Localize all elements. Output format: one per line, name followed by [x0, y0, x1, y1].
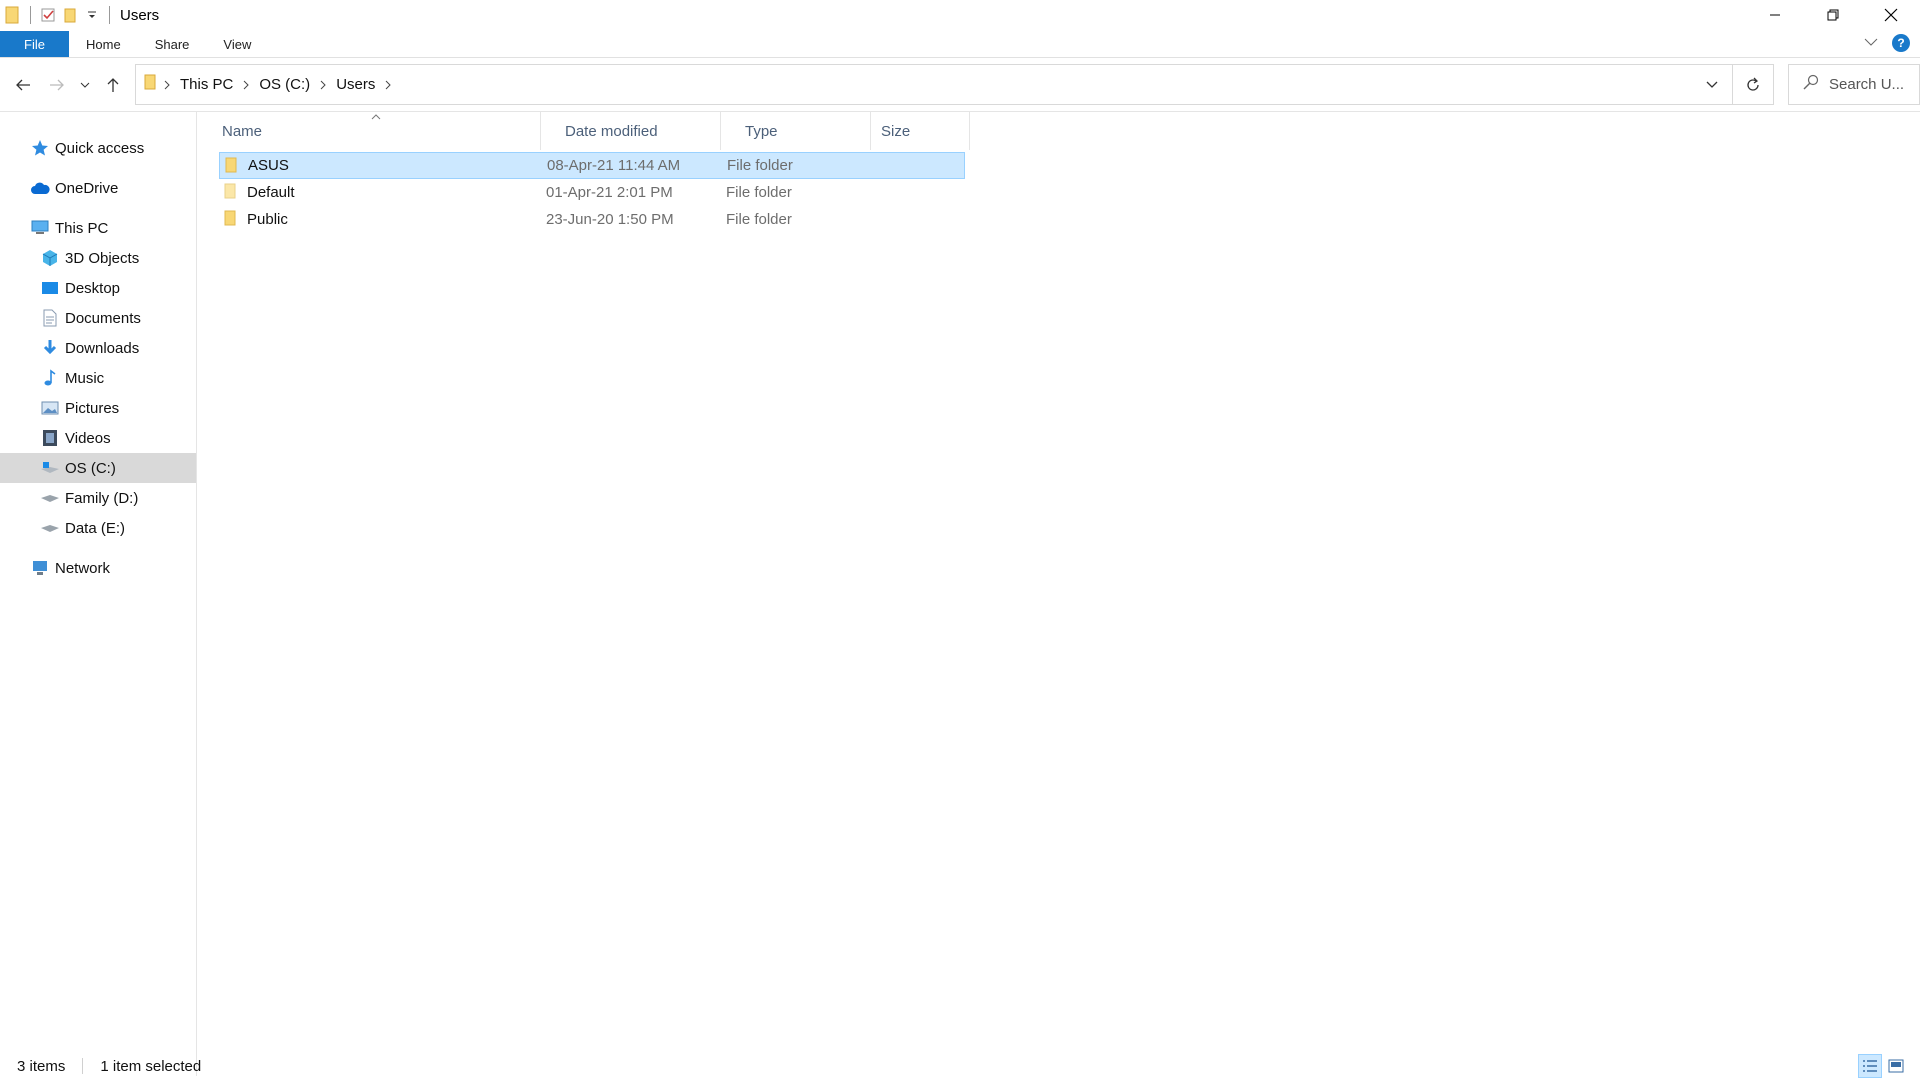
table-row[interactable]: Public 23-Jun-20 1:50 PM File folder — [219, 206, 965, 233]
sidebar-item-3d-objects[interactable]: 3D Objects — [0, 243, 196, 273]
film-icon — [40, 428, 60, 448]
folder-app-icon[interactable] — [2, 4, 24, 26]
navigation-bar: This PC OS (C:) Users — [0, 58, 1920, 112]
sidebar-item-desktop[interactable]: Desktop — [0, 273, 196, 303]
title-bar: Users — [0, 0, 1920, 30]
sidebar-item-music[interactable]: Music — [0, 363, 196, 393]
sidebar-item-this-pc[interactable]: This PC — [0, 213, 196, 243]
folder-icon — [225, 157, 243, 175]
breadcrumb-chevron-icon[interactable] — [379, 76, 397, 94]
window-title: Users — [120, 6, 160, 24]
sidebar-item-videos[interactable]: Videos — [0, 423, 196, 453]
search-input[interactable] — [1829, 76, 1909, 93]
desktop-icon — [40, 278, 60, 298]
recent-locations-chevron-icon[interactable] — [74, 68, 96, 102]
back-arrow-icon[interactable] — [6, 68, 40, 102]
expand-ribbon-chevron-icon[interactable] — [1864, 34, 1878, 52]
sidebar-item-network[interactable]: Network — [0, 553, 196, 583]
breadcrumb-chevron-icon[interactable] — [158, 76, 176, 94]
cube-icon — [40, 248, 60, 268]
sidebar-item-onedrive[interactable]: OneDrive — [0, 173, 196, 203]
close-button[interactable] — [1862, 0, 1920, 30]
column-header-type[interactable]: Type — [721, 112, 871, 150]
new-folder-icon[interactable] — [59, 4, 81, 26]
view-toggles — [1858, 1054, 1908, 1078]
breadcrumb-users[interactable]: Users — [332, 76, 379, 93]
drive-icon — [40, 488, 60, 508]
help-icon[interactable]: ? — [1892, 34, 1910, 52]
forward-arrow-icon[interactable] — [40, 68, 74, 102]
folder-icon — [224, 183, 242, 201]
sidebar-item-pictures[interactable]: Pictures — [0, 393, 196, 423]
file-date: 08-Apr-21 11:44 AM — [547, 157, 681, 174]
column-header-date-modified[interactable]: Date modified — [541, 112, 721, 150]
folder-location-icon — [144, 74, 158, 95]
file-date: 23-Jun-20 1:50 PM — [546, 211, 674, 228]
item-count: 3 items — [17, 1057, 66, 1075]
tab-home[interactable]: Home — [69, 31, 138, 57]
address-history-chevron-icon[interactable] — [1692, 65, 1732, 104]
file-name: Default — [247, 184, 295, 201]
breadcrumb-chevron-icon[interactable] — [314, 76, 332, 94]
ribbon-right-controls: ? — [1864, 34, 1910, 52]
file-date: 01-Apr-21 2:01 PM — [546, 184, 673, 201]
file-name: ASUS — [248, 157, 289, 174]
file-name: Public — [247, 211, 288, 228]
table-row[interactable]: ASUS 08-Apr-21 11:44 AM File folder — [219, 152, 965, 179]
sort-ascending-icon — [371, 112, 381, 123]
refresh-icon[interactable] — [1733, 64, 1774, 105]
file-type: File folder — [727, 157, 793, 174]
details-view-icon[interactable] — [1858, 1054, 1882, 1078]
cloud-icon — [30, 178, 50, 198]
properties-icon[interactable] — [37, 4, 59, 26]
window-controls — [1746, 0, 1920, 30]
file-type: File folder — [726, 211, 792, 228]
large-icons-view-icon[interactable] — [1884, 1054, 1908, 1078]
network-icon — [30, 558, 50, 578]
computer-icon — [30, 218, 50, 238]
search-box[interactable] — [1788, 64, 1920, 105]
restore-button[interactable] — [1804, 0, 1862, 30]
drive-icon — [40, 518, 60, 538]
folder-icon — [224, 210, 242, 228]
sidebar-item-downloads[interactable]: Downloads — [0, 333, 196, 363]
file-explorer-window: Users File Home Share View ? This PC OS … — [0, 0, 1920, 1080]
sidebar-item-os-c[interactable]: OS (C:) — [0, 453, 196, 483]
star-icon — [30, 138, 50, 158]
document-icon — [40, 308, 60, 328]
table-row[interactable]: Default 01-Apr-21 2:01 PM File folder — [219, 179, 965, 206]
file-type: File folder — [726, 184, 792, 201]
minimize-button[interactable] — [1746, 0, 1804, 30]
address-bar[interactable]: This PC OS (C:) Users — [135, 64, 1733, 105]
ribbon-tabs: File Home Share View ? — [0, 30, 1920, 58]
tab-share[interactable]: Share — [138, 31, 207, 57]
search-icon — [1803, 74, 1819, 95]
breadcrumb-chevron-icon[interactable] — [237, 76, 255, 94]
file-rows: ASUS 08-Apr-21 11:44 AM File folder Defa… — [219, 152, 965, 233]
quick-access-toolbar — [0, 0, 116, 30]
selection-count: 1 item selected — [100, 1057, 202, 1075]
picture-icon — [40, 398, 60, 418]
tab-view[interactable]: View — [206, 31, 268, 57]
column-header-name[interactable]: Name — [198, 112, 541, 150]
music-note-icon — [40, 368, 60, 388]
up-arrow-icon[interactable] — [96, 68, 130, 102]
download-arrow-icon — [40, 338, 60, 358]
status-bar: 3 items 1 item selected — [0, 1052, 1920, 1080]
customize-toolbar-chevron-icon[interactable] — [81, 4, 103, 26]
file-list-view: Name Date modified Type Size ASUS 08-Apr… — [198, 112, 1920, 1052]
tab-file[interactable]: File — [0, 31, 69, 57]
sidebar-item-documents[interactable]: Documents — [0, 303, 196, 333]
navigation-pane: Quick access OneDrive This PC 3D Objects… — [0, 112, 197, 1076]
column-header-size[interactable]: Size — [871, 112, 970, 150]
sidebar-item-family-d[interactable]: Family (D:) — [0, 483, 196, 513]
sidebar-item-data-e[interactable]: Data (E:) — [0, 513, 196, 543]
sidebar-item-quick-access[interactable]: Quick access — [0, 133, 196, 163]
breadcrumb-this-pc[interactable]: This PC — [176, 76, 237, 93]
system-drive-icon — [40, 458, 60, 478]
breadcrumb-os-c[interactable]: OS (C:) — [255, 76, 314, 93]
